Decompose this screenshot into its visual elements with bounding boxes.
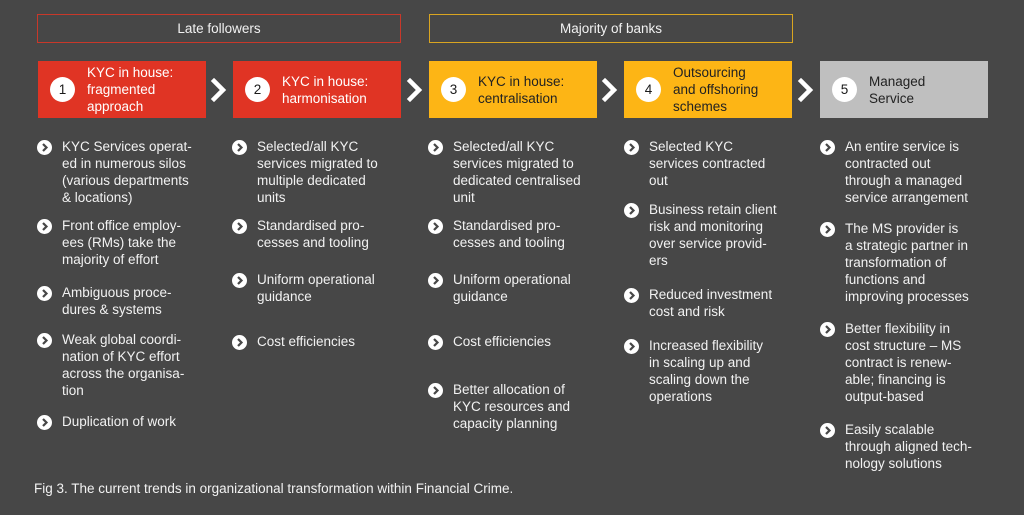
bullet-text: Selected/all KYC services migrated to de… — [453, 139, 581, 205]
bullet-text: Uniform operational guidance — [453, 272, 571, 304]
step-3-box: 3 KYC in house: centralisation — [429, 61, 597, 118]
bullet-item: Business retain client risk and monitori… — [624, 201, 829, 269]
chevron-circle-bullet-icon — [820, 322, 835, 337]
step-2-box: 2 KYC in house: harmonisation — [233, 61, 401, 118]
bullet-item: Selected/all KYC services migrated to mu… — [232, 138, 437, 206]
bullet-item: Weak global coordi- nation of KYC effort… — [37, 331, 242, 399]
bullet-item: Selected KYC services contracted out — [624, 138, 829, 189]
step-number-badge: 3 — [441, 77, 466, 102]
chevron-circle-bullet-icon — [37, 415, 52, 430]
step-number-badge: 4 — [636, 77, 661, 102]
bullet-text: Weak global coordi- nation of KYC effort… — [62, 332, 185, 398]
bullet-text: KYC Services operat- ed in numerous silo… — [62, 139, 192, 205]
chevron-right-icon — [404, 77, 426, 103]
step-label: KYC in house: centralisation — [478, 73, 565, 106]
step-number-badge: 1 — [50, 77, 75, 102]
bullet-item: Front office employ- ees (RMs) take the … — [37, 217, 242, 268]
chevron-circle-bullet-icon — [232, 140, 247, 155]
bullet-text: Front office employ- ees (RMs) take the … — [62, 218, 182, 267]
step-label: Managed Service — [869, 73, 926, 106]
chevron-circle-bullet-icon — [232, 273, 247, 288]
bullet-item: Selected/all KYC services migrated to de… — [428, 138, 633, 206]
bullet-item: Easily scalable through aligned tech- no… — [820, 421, 1024, 472]
bullet-text: Better flexibility in cost structure – M… — [845, 321, 962, 404]
late-followers-label: Late followers — [177, 21, 261, 36]
bullet-text: The MS provider is a strategic partner i… — [845, 221, 969, 304]
bullet-text: Duplication of work — [62, 414, 177, 429]
late-followers-group: Late followers — [37, 14, 401, 43]
bullet-item: The MS provider is a strategic partner i… — [820, 220, 1024, 305]
chevron-circle-bullet-icon — [820, 423, 835, 438]
chevron-circle-bullet-icon — [428, 140, 443, 155]
bullet-item: Standardised pro- cesses and tooling — [428, 217, 633, 251]
bullet-text: Selected KYC services contracted out — [649, 139, 766, 188]
bullet-text: Cost efficiencies — [257, 334, 356, 349]
bullet-text: Increased flexibility in scaling up and … — [649, 338, 764, 404]
chevron-circle-bullet-icon — [37, 219, 52, 234]
bullet-item: Cost efficiencies — [428, 333, 633, 350]
bullet-item: Reduced investment cost and risk — [624, 286, 829, 320]
bullet-text: Uniform operational guidance — [257, 272, 375, 304]
step-number-badge: 2 — [245, 77, 270, 102]
chevron-circle-bullet-icon — [428, 383, 443, 398]
bullet-item: Ambiguous proce- dures & systems — [37, 284, 242, 318]
step-number-badge: 5 — [832, 77, 857, 102]
chevron-circle-bullet-icon — [624, 288, 639, 303]
bullet-item: Uniform operational guidance — [232, 271, 437, 305]
step-5-box: 5 Managed Service — [820, 61, 988, 118]
chevron-circle-bullet-icon — [820, 222, 835, 237]
bullet-text: Cost efficiencies — [453, 334, 552, 349]
chevron-circle-bullet-icon — [37, 333, 52, 348]
step-label: KYC in house: harmonisation — [282, 73, 369, 106]
chevron-circle-bullet-icon — [428, 335, 443, 350]
bullet-text: An entire service is contracted out thro… — [845, 139, 969, 205]
chevron-circle-bullet-icon — [428, 273, 443, 288]
bullet-text: Better allocation of KYC resources and c… — [453, 382, 571, 431]
bullet-item: Better allocation of KYC resources and c… — [428, 381, 633, 432]
bullet-text: Ambiguous proce- dures & systems — [62, 285, 172, 317]
step-label: Outsourcing and offshoring schemes — [673, 65, 759, 114]
chevron-circle-bullet-icon — [820, 140, 835, 155]
chevron-right-icon — [599, 77, 621, 103]
step-4-box: 4 Outsourcing and offshoring schemes — [624, 61, 792, 118]
step-1-box: 1 KYC in house: fragmented approach — [38, 61, 206, 118]
bullet-text: Standardised pro- cesses and tooling — [257, 218, 369, 250]
chevron-right-icon — [208, 77, 230, 103]
chevron-circle-bullet-icon — [232, 335, 247, 350]
majority-of-banks-group: Majority of banks — [429, 14, 793, 43]
step-label: KYC in house: fragmented approach — [87, 65, 174, 114]
chevron-right-icon — [795, 77, 817, 103]
chevron-circle-bullet-icon — [624, 203, 639, 218]
bullet-item: Duplication of work — [37, 413, 242, 430]
bullet-text: Selected/all KYC services migrated to mu… — [257, 139, 378, 205]
chevron-circle-bullet-icon — [428, 219, 443, 234]
bullet-item: KYC Services operat- ed in numerous silo… — [37, 138, 242, 206]
bullet-item: Uniform operational guidance — [428, 271, 633, 305]
chevron-circle-bullet-icon — [624, 140, 639, 155]
bullet-item: An entire service is contracted out thro… — [820, 138, 1024, 206]
bullet-item: Better flexibility in cost structure – M… — [820, 320, 1024, 405]
bullet-text: Easily scalable through aligned tech- no… — [845, 422, 972, 471]
bullet-text: Reduced investment cost and risk — [649, 287, 773, 319]
bullet-item: Increased flexibility in scaling up and … — [624, 337, 829, 405]
chevron-circle-bullet-icon — [624, 339, 639, 354]
bullet-item: Cost efficiencies — [232, 333, 437, 350]
chevron-circle-bullet-icon — [37, 140, 52, 155]
bullet-text: Business retain client risk and monitori… — [649, 202, 777, 268]
figure-caption: Fig 3. The current trends in organizatio… — [34, 481, 514, 496]
bullet-item: Standardised pro- cesses and tooling — [232, 217, 437, 251]
chevron-circle-bullet-icon — [37, 286, 52, 301]
chevron-circle-bullet-icon — [232, 219, 247, 234]
bullet-text: Standardised pro- cesses and tooling — [453, 218, 565, 250]
majority-of-banks-label: Majority of banks — [559, 21, 663, 36]
